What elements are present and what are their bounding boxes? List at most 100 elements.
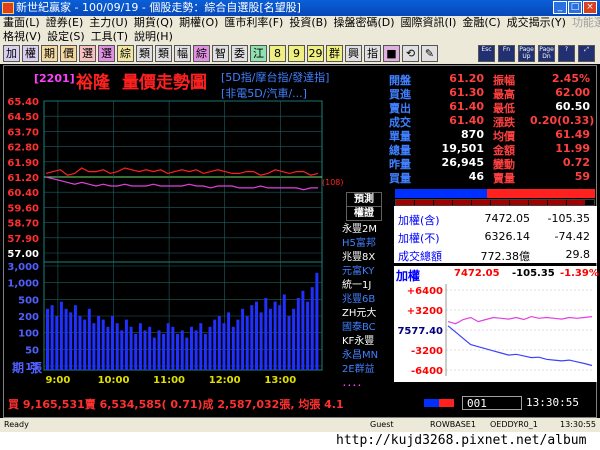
menu-item[interactable]: 投資(B) [286,16,330,30]
toolbar-button[interactable]: 江 [250,45,267,62]
toolbar-button[interactable]: ✎ [421,45,438,62]
toolbar-button[interactable]: 9 [288,45,305,62]
toolbar-button[interactable]: 8 [269,45,286,62]
volume-bar [310,287,314,370]
volume-bar [120,330,124,370]
volume-bar [64,308,68,370]
menu-item[interactable]: 主力(U) [86,16,131,30]
toolbar-button[interactable]: 興 [345,45,362,62]
volume-bar [199,323,203,370]
toolbar-button[interactable]: 類 [155,45,172,62]
toolbar-nav-button[interactable]: ? [558,45,575,62]
close-button[interactable]: × [583,1,597,14]
volume-bar [180,330,184,370]
price-tick-label: 60.40 [7,188,39,199]
volume-bar [73,305,77,370]
time-tick-label: 11:00 [153,375,185,386]
index-box: 加權(含) 7472.05 -105.35 加權(不) 6326.14 -74.42 成交總… [394,206,597,263]
toolbar-button[interactable]: 29 [307,45,324,62]
menu-item[interactable]: 匯市利率(F) [221,16,286,30]
toolbar-button[interactable]: 群 [326,45,343,62]
volume-bar [273,301,277,370]
menu-item[interactable]: 金融(C) [459,16,503,30]
volume-bar [250,305,254,370]
menu-item[interactable]: 功能選擇(F) [569,16,600,30]
maximize-button[interactable]: □ [568,1,582,14]
toolbar-button[interactable]: 幅 [174,45,191,62]
warrant-item[interactable]: H5富邦 [342,234,376,249]
volume-tick-label: 50 [25,345,39,356]
volume-bar [264,298,268,370]
toolbar-nav-button[interactable]: Esc [478,45,495,62]
menu-item[interactable]: 畫面(L) [0,16,43,30]
watermark-url: http://kujd3268.pixnet.net/album [0,432,600,450]
warrant-button[interactable]: 權證 [346,206,382,221]
price-tick-label: 62.80 [7,143,39,154]
mini-axis-label: -6400 [411,366,443,377]
toolbar-button[interactable]: 期 [41,45,58,62]
volume-bar [162,334,166,370]
toolbar-button[interactable]: 指 [364,45,381,62]
forecast-button[interactable]: 預測 [346,192,382,207]
warrant-item[interactable]: 兆豐6B [342,290,375,305]
menu-item[interactable]: 證券(E) [43,16,87,30]
warrant-item[interactable]: 永豐2M [342,220,377,235]
toolbar-button[interactable]: ⟲ [402,45,419,62]
volume-bar [231,326,235,370]
volume-bar [241,308,245,370]
warrant-item[interactable]: 永昌MN [342,346,378,361]
page-input[interactable]: 001 [462,396,522,410]
volume-bar [259,312,263,370]
toolbar-button[interactable]: 加 [3,45,20,62]
menu-item[interactable]: 國際資訊(I) [398,16,460,30]
menu-item[interactable]: 期權(O) [176,16,221,30]
volume-bar [50,305,54,370]
status-bar: Ready Guest ROWBASE1 OEDDYR0_1 13:30:55 [0,418,600,432]
toolbar-nav-button[interactable]: ⤢ [578,45,595,62]
app-icon [2,2,14,14]
toolbar-button[interactable]: 選 [79,45,96,62]
summary-line: 買 9,165,531賣 6,534,585( 0.71)成 2,587,032… [4,395,596,412]
trade-summary: 買 9,165,531賣 6,534,585( 0.71)成 2,587,032… [8,398,344,411]
menu-item[interactable]: 說明(H) [131,30,176,44]
minimize-button[interactable]: _ [553,1,567,14]
warrant-item[interactable]: ．．．． [342,374,367,389]
quote-label: 賣量 [493,172,515,185]
warrant-item[interactable]: KF永豐 [342,332,374,347]
toolbar-button[interactable]: 綜 [117,45,134,62]
volume-bar [255,301,258,370]
warrant-item[interactable]: 兆豐8X [342,248,375,263]
menu-item[interactable]: 成交揭示(Y) [504,16,569,30]
toolbar-nav-button[interactable]: Page Dn [538,45,555,62]
warrant-item[interactable]: 統一1J [342,276,371,291]
window-title: 新世紀贏家 - 100/09/19 - 個股走勢：綜合自選股[名望股] [16,1,301,14]
toolbar-nav-button[interactable]: Fn [498,45,515,62]
toolbar-button[interactable]: 選 [98,45,115,62]
menu-item[interactable]: 期貨(Q) [131,16,176,30]
quote-value: 61.40 [449,100,484,113]
toolbar-button[interactable]: 權 [22,45,39,62]
toolbar-button[interactable]: 綜 [193,45,210,62]
quote-value: 61.49 [555,128,590,141]
time-tick-label: 13:00 [264,375,296,386]
menu-item[interactable]: 格視(V) [0,30,44,44]
mini-series-line [447,325,593,367]
warrant-item[interactable]: 2E群益 [342,360,375,375]
menu-item[interactable]: 設定(S) [44,30,88,44]
volume-bar [83,319,87,370]
warrant-item[interactable]: 國泰BC [342,318,376,333]
toolbar-button[interactable]: ■ [383,45,400,62]
menu-item[interactable]: 工具(T) [88,30,131,44]
toolbar-button[interactable]: 價 [60,45,77,62]
reference-marker: (108) [322,178,344,187]
toolbar-button[interactable]: 委 [231,45,248,62]
title-bar: 新世紀贏家 - 100/09/19 - 個股走勢：綜合自選股[名望股] _ □ … [0,0,600,16]
menu-item[interactable]: 操盤密碼(D) [330,16,397,30]
toolbar-button[interactable]: 智 [212,45,229,62]
quote-value: 870 [461,128,484,141]
warrant-item[interactable]: ZH元大 [342,304,376,319]
toolbar-nav-button[interactable]: Page Up [518,45,535,62]
toolbar-button[interactable]: 類 [136,45,153,62]
warrant-item[interactable]: 元富KY [342,262,374,277]
volume-bar [92,323,96,370]
